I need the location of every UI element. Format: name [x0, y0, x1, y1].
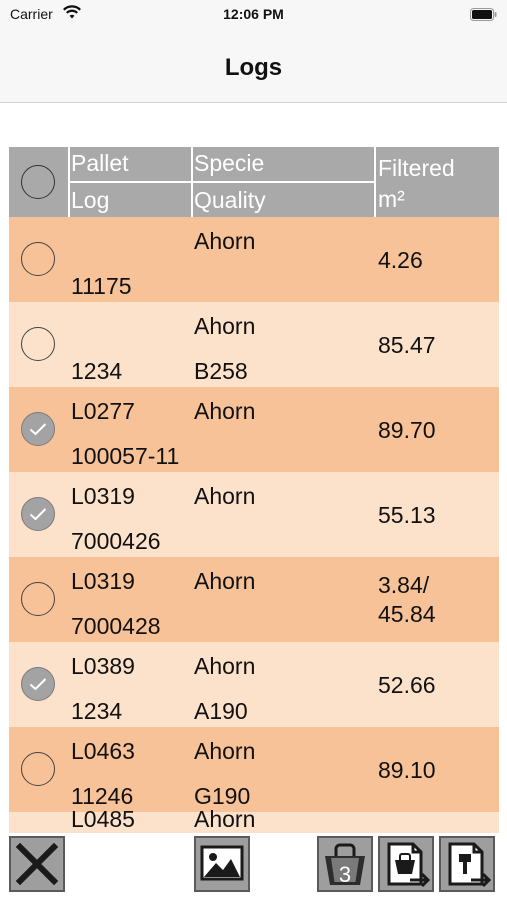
header-unit: m²	[378, 186, 405, 212]
table-row[interactable]: L0389 1234 Ahorn A190 52.66	[9, 642, 499, 727]
cell-specie: Ahorn	[194, 313, 256, 339]
select-all-checkbox[interactable]	[21, 165, 55, 199]
table-row[interactable]: 11175 Ahorn 4.26	[9, 217, 499, 302]
cell-log: 1234	[71, 358, 123, 384]
header-filtered[interactable]: Filtered	[378, 155, 455, 182]
cell-specie: Ahorn	[194, 653, 256, 679]
bottom-toolbar: 3	[0, 833, 507, 900]
cell-pallet: L0389	[71, 653, 135, 679]
cell-filtered: 3.84/	[378, 572, 430, 598]
export-log-icon	[448, 842, 492, 888]
checkmark-icon	[29, 423, 47, 436]
table-row[interactable]: 1234 Ahorn B258 85.47	[9, 302, 499, 387]
cell-filtered: 55.13	[378, 502, 436, 528]
page-title: Logs	[224, 54, 283, 81]
cell-pallet: L0319	[71, 483, 135, 509]
close-icon	[15, 842, 59, 886]
cell-pallet: L0319	[71, 568, 135, 594]
checkmark-icon	[29, 508, 47, 521]
header-divider	[68, 181, 374, 183]
battery-icon	[470, 8, 497, 21]
image-icon	[200, 845, 244, 881]
image-button[interactable]	[194, 836, 250, 892]
cell-pallet: L0485	[71, 806, 135, 832]
row-checkbox[interactable]	[21, 582, 55, 616]
table-header: Pallet Log Specie Quality Filtered m²	[9, 147, 499, 217]
basket-count: 3	[338, 862, 352, 887]
cell-log: 11175	[71, 273, 132, 299]
row-checkbox[interactable]	[21, 497, 55, 531]
table-row[interactable]: L0463 11246 Ahorn G190 89.10	[9, 727, 499, 812]
row-checkbox[interactable]	[21, 752, 55, 786]
cell-filtered: 52.66	[378, 672, 436, 698]
header-divider	[374, 147, 376, 217]
cell-log: 100057-11	[71, 443, 180, 469]
table-row[interactable]: L0319 7000428 Ahorn 3.84/ 45.84	[9, 557, 499, 642]
cell-log: 7000426	[71, 528, 161, 554]
export-basket-button[interactable]	[378, 836, 434, 892]
status-bar: Carrier 12:06 PM	[0, 0, 507, 30]
cell-specie: Ahorn	[194, 483, 256, 509]
export-basket-icon	[387, 842, 431, 888]
close-button[interactable]	[9, 836, 65, 892]
cell-filtered: 89.10	[378, 757, 436, 783]
navigation-bar: Logs	[0, 30, 507, 103]
cell-log: 1234	[71, 698, 123, 724]
table-row[interactable]: L0319 7000426 Ahorn 55.13	[9, 472, 499, 557]
cell-filtered: 89.70	[378, 417, 436, 443]
cell-specie: Ahorn	[194, 738, 256, 764]
cell-quality: B258	[194, 358, 248, 384]
table-row[interactable]: L0485 Ahorn	[9, 806, 499, 833]
header-specie[interactable]: Specie	[194, 150, 264, 177]
cell-specie: Ahorn	[194, 228, 256, 254]
table-row[interactable]: L0277 100057-11 Ahorn 89.70	[9, 387, 499, 472]
cell-filtered-total: 45.84	[378, 601, 436, 627]
cell-filtered: 4.26	[378, 247, 423, 273]
cell-specie: Ahorn	[194, 568, 256, 594]
row-checkbox[interactable]	[21, 667, 55, 701]
header-pallet[interactable]: Pallet	[71, 150, 129, 177]
header-quality[interactable]: Quality	[194, 187, 266, 214]
logs-table: Pallet Log Specie Quality Filtered m² 11…	[9, 147, 499, 833]
cell-quality: A190	[194, 698, 248, 724]
cell-specie: Ahorn	[194, 806, 256, 832]
cell-filtered: 85.47	[378, 332, 436, 358]
row-checkbox[interactable]	[21, 327, 55, 361]
cell-specie: Ahorn	[194, 398, 256, 424]
cell-pallet: L0277	[71, 398, 135, 424]
header-log[interactable]: Log	[71, 187, 109, 214]
export-log-button[interactable]	[439, 836, 495, 892]
cell-pallet: L0463	[71, 738, 135, 764]
checkmark-icon	[29, 678, 47, 691]
clock: 12:06 PM	[223, 6, 284, 22]
cell-log: 7000428	[71, 613, 161, 639]
row-checkbox[interactable]	[21, 242, 55, 276]
basket-button[interactable]: 3	[317, 836, 373, 892]
row-checkbox[interactable]	[21, 412, 55, 446]
